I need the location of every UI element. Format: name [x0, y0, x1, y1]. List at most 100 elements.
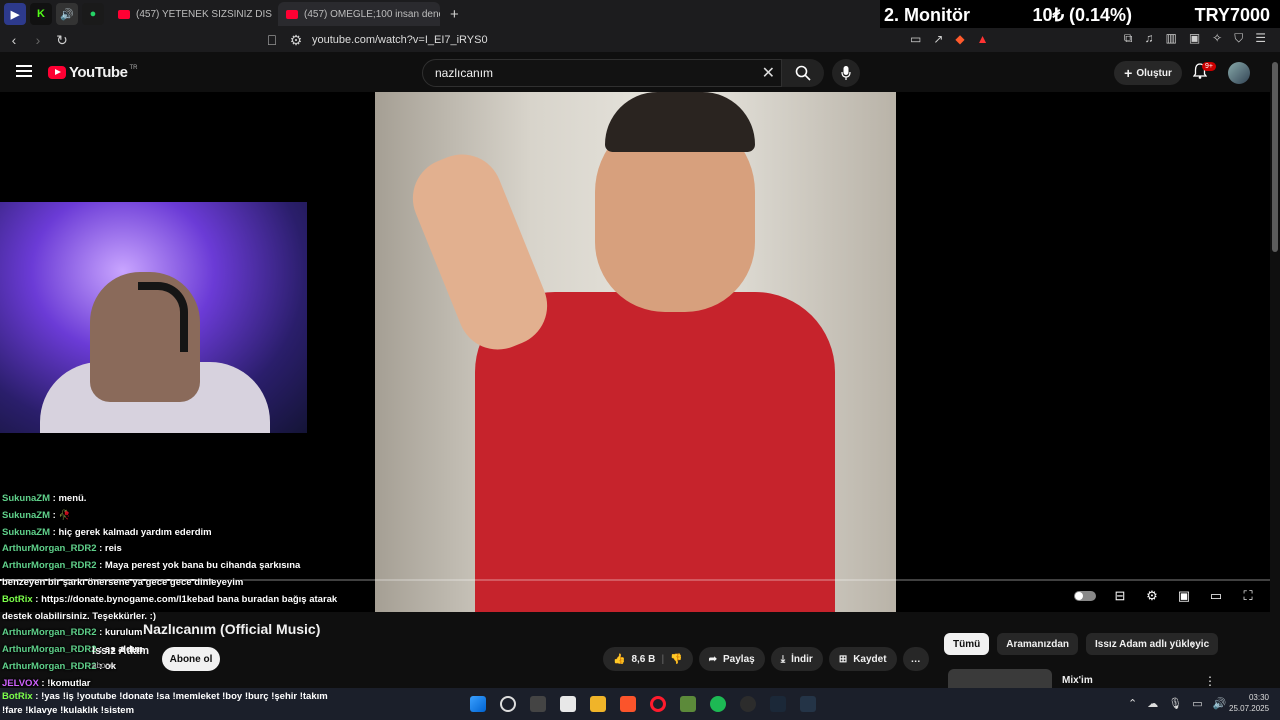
avatar[interactable] [1228, 62, 1250, 84]
brave-shield-icon[interactable]: ◆ [955, 32, 964, 46]
settings-gear-icon[interactable]: ⚙ [1144, 588, 1160, 603]
chat-text: : reis [96, 543, 122, 555]
thumbs-down-icon[interactable]: 👎 [670, 654, 682, 665]
share-label: Paylaş [723, 653, 755, 665]
chip-from-uploader[interactable]: Issız Adam adlı yükleyic [1086, 633, 1219, 655]
logo-country: TR [129, 64, 138, 71]
spotify-icon[interactable] [710, 696, 726, 712]
address-actions: ▭ ↗ ◆ ▲ [910, 32, 989, 46]
chat-message: SukunaZM : hiç gerek kalmadı yardım eder… [2, 525, 342, 542]
page-scrollbar[interactable] [1270, 52, 1280, 692]
download-button[interactable]: ⤓ İndir [770, 647, 823, 671]
clock[interactable]: 03:30 25.07.2025 [1229, 692, 1269, 714]
scrollbar-thumb[interactable] [1272, 62, 1278, 252]
subscribe-button[interactable]: Abone ol [162, 647, 220, 671]
subtitles-icon[interactable]: ⊟ [1112, 588, 1128, 603]
minecraft-icon[interactable] [680, 696, 696, 712]
task-view-icon[interactable] [530, 696, 546, 712]
pinned-tab-icon[interactable]: ▶ [4, 3, 26, 25]
youtube-logo[interactable]: YouTube TR [48, 64, 137, 81]
like-button[interactable]: 👍 8,6 B | 👎 [603, 647, 693, 671]
file-icon[interactable] [560, 696, 576, 712]
youtube-play-icon [48, 66, 66, 79]
clear-search-icon[interactable]: ✕ [762, 63, 775, 83]
browser-tab[interactable]: (457) YETENEK SIZSINIZ DISCORD! - [110, 2, 272, 26]
whatsapp-icon[interactable]: ● [82, 3, 104, 25]
headphones-icon [138, 282, 188, 352]
channel-name[interactable]: Issız Adam [92, 645, 149, 657]
bookmark-icon[interactable]: ⎕ [262, 32, 282, 49]
ticker-change: 10₺ (0.14%) [1032, 4, 1133, 25]
create-label: Oluştur [1136, 67, 1172, 79]
share-button[interactable]: ➦ Paylaş [698, 647, 765, 671]
steam-icon-2[interactable] [800, 696, 816, 712]
search-button[interactable] [782, 59, 824, 87]
network-icon[interactable]: ▭ [1192, 697, 1202, 710]
brave-browser-icon[interactable] [620, 696, 636, 712]
speaker-icon[interactable]: 🔊 [56, 3, 78, 25]
chat-username: SukunaZM [2, 493, 51, 504]
miniplayer-icon[interactable]: ▣ [1176, 588, 1192, 603]
chip-from-search[interactable]: Aramanızdan [997, 633, 1079, 655]
wallet-icon[interactable]: ▣ [1189, 31, 1200, 46]
mix-title[interactable]: Mix'im [1062, 675, 1093, 686]
rewards-icon[interactable]: ▲ [977, 32, 989, 46]
save-button[interactable]: ⊞ Kaydet [828, 647, 897, 671]
search-value: nazlıcanım [435, 66, 494, 80]
vpn-icon[interactable]: ⛉ [1234, 31, 1243, 46]
chevron-right-icon[interactable]: › [1191, 637, 1195, 652]
new-tab-button[interactable]: + [450, 6, 459, 23]
menu-icon[interactable]: ☰ [1255, 31, 1266, 46]
theater-mode-icon[interactable]: ▭ [1208, 588, 1224, 603]
youtube-favicon-icon [118, 9, 130, 19]
music-icon[interactable]: ♫ [1144, 31, 1153, 46]
volume-icon[interactable]: 🔊 [1213, 697, 1227, 710]
hamburger-menu-icon[interactable] [16, 65, 32, 77]
autoplay-toggle[interactable] [1074, 591, 1096, 601]
steam-icon[interactable] [770, 696, 786, 712]
site-settings-icon[interactable]: ⚙ [286, 32, 306, 49]
sidebar-icon[interactable]: ▥ [1165, 31, 1176, 46]
kebab-menu-icon[interactable]: ⋮ [1204, 674, 1216, 688]
screenshot-icon[interactable]: ⧉ [1124, 31, 1133, 46]
create-button[interactable]: + Oluştur [1114, 61, 1182, 85]
cloud-icon[interactable]: ☁ [1147, 697, 1158, 710]
chat-username: ArthurMorgan_RDR2 [2, 543, 97, 555]
reload-icon[interactable]: ↻ [52, 32, 72, 49]
kick-icon[interactable]: K [30, 3, 52, 25]
video-title: Nazlıcanım (Official Music) [143, 621, 321, 637]
leo-ai-icon[interactable]: ✧ [1212, 31, 1222, 46]
video-subject-shirt [475, 292, 835, 612]
cast-icon[interactable]: ▭ [910, 32, 921, 46]
player-controls: ⊟ ⚙ ▣ ▭ ⛶ [1074, 588, 1256, 603]
youtube-masthead: YouTube TR nazlıcanım ✕ + Oluştur 9+ [0, 52, 1270, 92]
file-explorer-icon[interactable] [590, 696, 606, 712]
voice-search-button[interactable] [832, 59, 860, 87]
opera-icon[interactable] [650, 696, 666, 712]
mix-thumbnail[interactable] [948, 669, 1052, 689]
chat-username: SukunaZM [2, 509, 51, 521]
chat-user: BotRix [2, 691, 33, 702]
chat-text: : !yas !iş !youtube !donate !sa !memleke… [2, 691, 328, 716]
address-bar: ‹ › ↻ ⎕ ⚙ youtube.com/watch?v=I_EI7_iRYS… [0, 28, 1280, 52]
mic-tray-icon[interactable]: 🎙 [1168, 697, 1182, 710]
screen: ▶ K 🔊 ● (457) YETENEK SIZSINIZ DISCORD! … [0, 0, 1280, 720]
url-field[interactable]: youtube.com/watch?v=I_EI7_iRYS0 [312, 34, 488, 46]
chip-all[interactable]: Tümü [944, 633, 990, 655]
windows-start-icon[interactable] [470, 696, 486, 712]
obs-icon[interactable] [740, 696, 756, 712]
tab-title: (457) YETENEK SIZSINIZ DISCORD! - [136, 8, 272, 20]
save-label: Kaydet [853, 653, 887, 665]
share-icon[interactable]: ↗ [933, 32, 943, 46]
back-icon[interactable]: ‹ [4, 32, 24, 48]
video-frame[interactable] [375, 92, 896, 612]
more-actions-button[interactable]: … [902, 647, 929, 671]
search-icon[interactable] [500, 696, 516, 712]
fullscreen-icon[interactable]: ⛶ [1240, 588, 1256, 603]
save-icon: ⊞ [838, 653, 848, 665]
forward-icon[interactable]: › [28, 32, 48, 48]
search-input[interactable]: nazlıcanım ✕ [422, 59, 782, 87]
browser-tab-active[interactable]: (457) OMEGLE;100 insan deneyi. - Yo ✕ [278, 2, 440, 26]
donation-ticker: 2. Monitör 10₺ (0.14%) TRY7000 [880, 0, 1280, 30]
chevron-up-icon[interactable]: ⌃ [1128, 697, 1137, 710]
